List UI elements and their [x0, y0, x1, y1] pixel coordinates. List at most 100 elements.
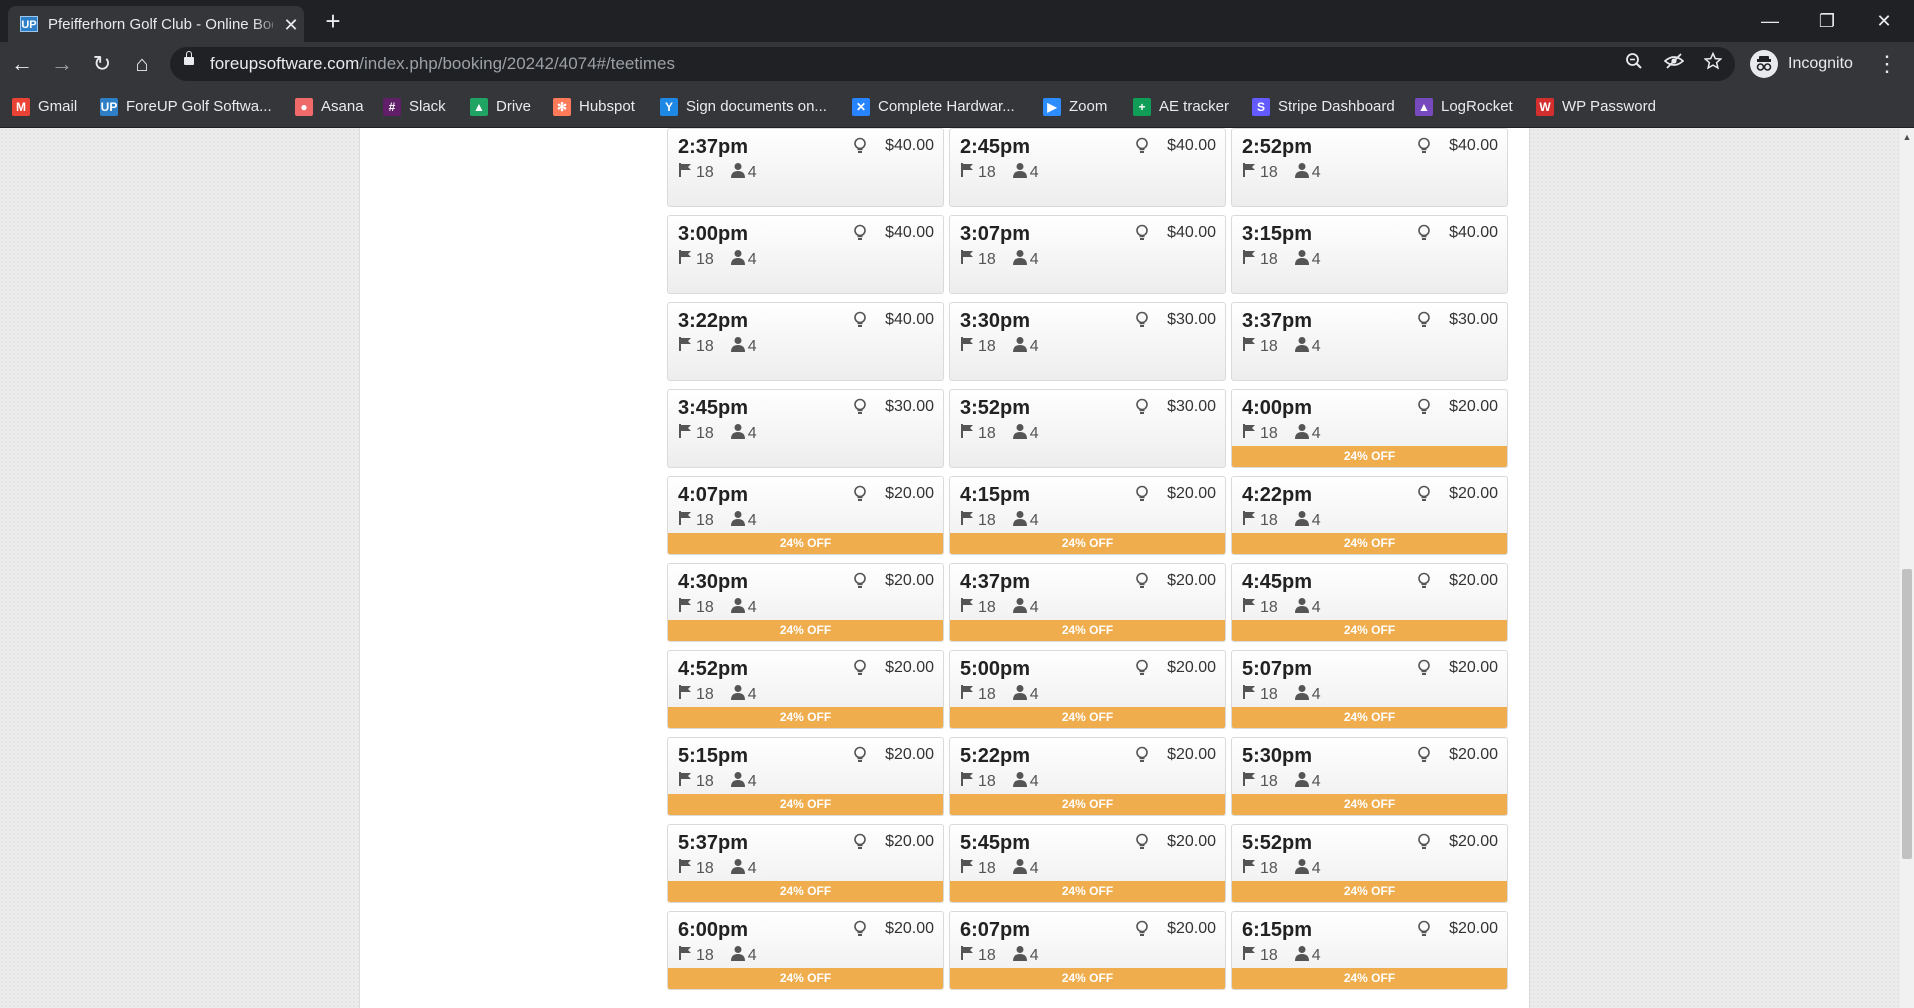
new-tab-button[interactable]: + — [320, 8, 346, 34]
wp-password-icon: W — [1536, 98, 1554, 116]
forward-button[interactable]: → — [48, 50, 76, 78]
bookmark-item[interactable]: Y Sign documents on... — [660, 94, 827, 120]
teetime-card[interactable]: 5:30pm $20.00 18 4 24% OFF — [1231, 737, 1508, 816]
teetime-holes: 18 — [1260, 425, 1278, 442]
bookmark-item[interactable]: ▲ Drive — [470, 94, 531, 120]
teetime-card[interactable]: 4:22pm $20.00 18 4 24% OFF — [1231, 476, 1508, 555]
lightbulb-icon — [1135, 746, 1149, 764]
teetime-card[interactable]: 4:45pm $20.00 18 4 24% OFF — [1231, 563, 1508, 642]
teetime-card[interactable]: 4:52pm $20.00 18 4 24% OFF — [667, 650, 944, 729]
bookmark-item[interactable]: + AE tracker — [1133, 94, 1229, 120]
discount-badge: 24% OFF — [950, 707, 1225, 728]
bookmark-item[interactable]: W WP Password — [1536, 94, 1656, 120]
url-host: foreupsoftware.com — [210, 54, 360, 73]
star-icon[interactable] — [1701, 51, 1725, 76]
teetime-meta: 18 4 — [960, 684, 1055, 706]
teetime-card[interactable]: 2:45pm $40.00 18 4 — [949, 128, 1226, 207]
teetime-card[interactable]: 3:52pm $30.00 18 4 — [949, 389, 1226, 468]
teetime-card[interactable]: 3:07pm $40.00 18 4 — [949, 215, 1226, 294]
home-button[interactable]: ⌂ — [128, 50, 156, 78]
url-text[interactable]: foreupsoftware.com/index.php/booking/202… — [210, 54, 675, 74]
address-bar[interactable]: foreupsoftware.com/index.php/booking/202… — [170, 47, 1735, 81]
bookmark-item[interactable]: ✻ Hubspot — [553, 94, 635, 120]
discount-badge: 24% OFF — [950, 533, 1225, 554]
teetime-meta: 18 4 — [678, 510, 773, 532]
tab-title: Pfeifferhorn Golf Club - Online Booking — [48, 16, 273, 33]
incognito-profile-button[interactable]: Incognito — [1750, 48, 1870, 80]
teetime-card[interactable]: 5:15pm $20.00 18 4 24% OFF — [667, 737, 944, 816]
teetime-card[interactable]: 5:00pm $20.00 18 4 24% OFF — [949, 650, 1226, 729]
teetime-players: 4 — [1029, 686, 1039, 703]
teetime-card[interactable]: 5:07pm $20.00 18 4 24% OFF — [1231, 650, 1508, 729]
person-icon — [730, 597, 746, 619]
close-window-button[interactable]: ✕ — [1862, 6, 1906, 36]
eye-off-icon[interactable] — [1662, 52, 1686, 76]
teetime-holes: 18 — [696, 947, 714, 964]
flag-icon — [678, 249, 692, 271]
teetime-meta: 18 4 — [960, 945, 1055, 967]
teetime-card[interactable]: 6:15pm $20.00 18 4 24% OFF — [1231, 911, 1508, 990]
teetime-card[interactable]: 3:00pm $40.00 18 4 — [667, 215, 944, 294]
bookmark-item[interactable]: UP ForeUP Golf Softwa... — [100, 94, 272, 120]
teetime-card[interactable]: 5:22pm $20.00 18 4 24% OFF — [949, 737, 1226, 816]
teetime-card[interactable]: 3:37pm $30.00 18 4 — [1231, 302, 1508, 381]
tab-active[interactable]: UP Pfeifferhorn Golf Club - Online Booki… — [8, 6, 304, 42]
teetime-time: 3:07pm — [960, 223, 1031, 245]
teetime-card[interactable]: 4:07pm $20.00 18 4 24% OFF — [667, 476, 944, 555]
bookmark-item[interactable]: ▲ LogRocket — [1415, 94, 1513, 120]
lightbulb-icon — [1417, 485, 1431, 503]
teetime-meta: 18 4 — [678, 858, 773, 880]
zoom-icon[interactable] — [1622, 52, 1646, 76]
tab-close-icon[interactable]: ✕ — [280, 14, 302, 36]
scrollbar-thumb[interactable] — [1902, 569, 1912, 859]
teetime-card[interactable]: 3:30pm $30.00 18 4 — [949, 302, 1226, 381]
teetime-card[interactable]: 4:30pm $20.00 18 4 24% OFF — [667, 563, 944, 642]
bookmark-item[interactable]: ✕ Complete Hardwar... — [852, 94, 1015, 120]
scroll-up-arrow-icon[interactable]: ▲ — [1902, 132, 1912, 142]
teetime-players: 4 — [747, 947, 757, 964]
teetime-card[interactable]: 3:45pm $30.00 18 4 — [667, 389, 944, 468]
browser-menu-icon[interactable]: ⋮ — [1876, 50, 1898, 78]
reload-button[interactable]: ↻ — [88, 50, 116, 78]
teetime-card[interactable]: 6:07pm $20.00 18 4 24% OFF — [949, 911, 1226, 990]
lock-icon[interactable] — [184, 51, 194, 65]
discount-badge: 24% OFF — [950, 794, 1225, 815]
teetime-time: 3:15pm — [1242, 223, 1313, 245]
bookmark-item[interactable]: S Stripe Dashboard — [1252, 94, 1395, 120]
page-scrollbar[interactable]: ▲ — [1900, 128, 1914, 1008]
flag-icon — [1242, 858, 1256, 880]
teetime-card[interactable]: 2:52pm $40.00 18 4 — [1231, 128, 1508, 207]
teetime-card[interactable]: 6:00pm $20.00 18 4 24% OFF — [667, 911, 944, 990]
bookmark-label: Sign documents on... — [686, 98, 827, 115]
url-path: /index.php/booking/20242/4074#/teetimes — [359, 54, 675, 73]
restore-button[interactable]: ❐ — [1805, 6, 1849, 36]
person-icon — [1012, 597, 1028, 619]
teetime-holes: 18 — [696, 425, 714, 442]
bookmark-item[interactable]: ▶ Zoom — [1043, 94, 1107, 120]
teetime-price: $20.00 — [885, 833, 934, 850]
teetime-card[interactable]: 5:37pm $20.00 18 4 24% OFF — [667, 824, 944, 903]
teetimes-grid: 2:37pm $40.00 18 4 2:45pm $40.00 18 4 2:52pm $40.… — [667, 119, 1509, 1008]
bookmark-label: ForeUP Golf Softwa... — [126, 98, 272, 115]
bookmark-item[interactable]: M Gmail — [12, 94, 77, 120]
teetime-card[interactable]: 3:22pm $40.00 18 4 — [667, 302, 944, 381]
teetime-price: $20.00 — [1449, 398, 1498, 415]
lightbulb-icon — [853, 224, 867, 242]
teetime-time: 5:52pm — [1242, 832, 1313, 854]
teetime-card[interactable]: 5:45pm $20.00 18 4 24% OFF — [949, 824, 1226, 903]
flag-icon — [678, 771, 692, 793]
teetime-card[interactable]: 4:15pm $20.00 18 4 24% OFF — [949, 476, 1226, 555]
discount-badge: 24% OFF — [668, 968, 943, 989]
teetime-time: 3:37pm — [1242, 310, 1313, 332]
teetime-price: $40.00 — [885, 137, 934, 154]
teetime-card[interactable]: 2:37pm $40.00 18 4 — [667, 128, 944, 207]
minimize-button[interactable]: — — [1748, 6, 1792, 36]
teetime-card[interactable]: 3:15pm $40.00 18 4 — [1231, 215, 1508, 294]
back-button[interactable]: ← — [8, 50, 36, 78]
bookmark-item[interactable]: ● Asana — [295, 94, 364, 120]
bookmark-item[interactable]: # Slack — [383, 94, 446, 120]
flag-icon — [678, 162, 692, 184]
teetime-card[interactable]: 4:37pm $20.00 18 4 24% OFF — [949, 563, 1226, 642]
teetime-card[interactable]: 5:52pm $20.00 18 4 24% OFF — [1231, 824, 1508, 903]
teetime-card[interactable]: 4:00pm $20.00 18 4 24% OFF — [1231, 389, 1508, 468]
